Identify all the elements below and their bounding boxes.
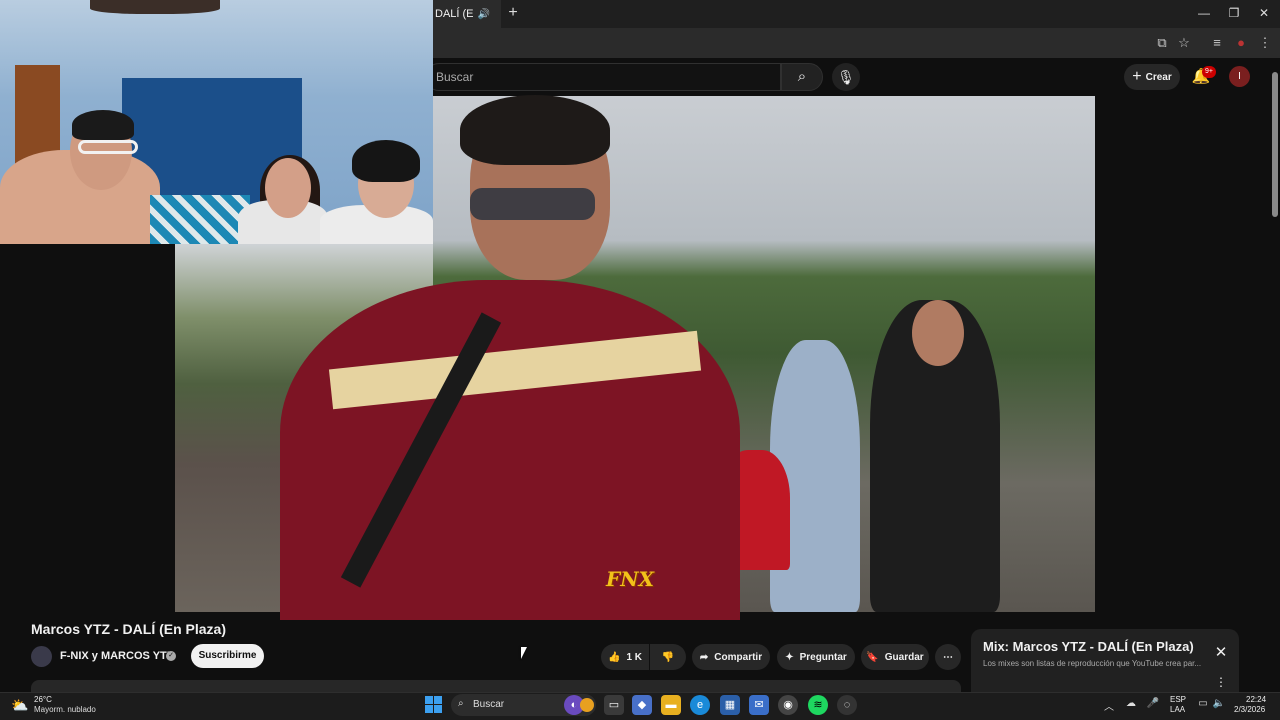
plus-icon: + xyxy=(1132,68,1142,85)
share-label: Compartir xyxy=(714,651,763,663)
search-icon[interactable]: ⌕ xyxy=(781,63,823,91)
tray-chevron-up-icon[interactable]: ︿ xyxy=(1104,698,1114,713)
notification-badge: 9+ xyxy=(1202,66,1216,78)
windows-start-icon[interactable] xyxy=(425,696,443,714)
speaker-icon[interactable]: 🔊 xyxy=(478,9,490,20)
webcam-glasses xyxy=(78,140,138,154)
profile-icon[interactable]: ● xyxy=(1232,34,1250,52)
weather-temperature[interactable]: 26°C xyxy=(34,695,52,704)
video-title: Marcos YTZ - DALÍ (En Plaza) xyxy=(31,621,226,637)
ask-button[interactable]: ✦ Preguntar xyxy=(777,644,855,670)
new-tab-button[interactable]: + xyxy=(504,4,522,22)
minimize-icon[interactable]: — xyxy=(1194,4,1214,22)
app-icon[interactable]: ◌ xyxy=(837,695,857,715)
bookmark-icon: 🔖 xyxy=(866,651,879,663)
subscribe-button[interactable]: Suscribirme xyxy=(191,644,264,668)
channel-watermark-logo: FNX xyxy=(606,567,654,591)
volume-icon[interactable]: 🔈 xyxy=(1212,697,1226,711)
install-app-icon[interactable]: ⧉ xyxy=(1153,34,1171,52)
cloud-sync-icon[interactable]: ☁ xyxy=(1124,697,1138,711)
maximize-icon[interactable]: ❐ xyxy=(1224,4,1244,22)
more-actions-button[interactable]: ⋯ xyxy=(935,644,961,670)
channel-name[interactable]: F-NIX y MARCOS YTZ xyxy=(60,650,173,662)
dislike-button[interactable]: 👎 xyxy=(650,644,686,670)
create-button[interactable]: + Crear xyxy=(1124,64,1180,90)
language-region[interactable]: LAA xyxy=(1170,705,1185,714)
kebab-menu-icon[interactable]: ⋮ xyxy=(1214,674,1228,690)
mail-app-icon[interactable]: ✉ xyxy=(749,695,769,715)
close-window-icon[interactable]: ✕ xyxy=(1254,4,1274,22)
webcam-person-hair xyxy=(72,110,134,140)
browser-tab[interactable]: DALÍ (E 🔊 ✕ xyxy=(433,0,501,28)
verified-check-icon: ✓ xyxy=(166,651,176,661)
channel-avatar[interactable] xyxy=(31,646,52,667)
save-button[interactable]: 🔖 Guardar xyxy=(861,644,929,670)
thumbs-down-icon: 👎 xyxy=(661,651,675,663)
bookmark-star-icon[interactable]: ☆ xyxy=(1175,34,1193,52)
store-game-icon[interactable]: ◆ xyxy=(632,695,652,715)
webcam-overlay xyxy=(0,0,433,244)
file-explorer-icon[interactable]: ▬ xyxy=(661,695,681,715)
microphone-tray-icon[interactable]: 🎤 xyxy=(1146,697,1160,711)
chrome-icon[interactable]: ◉ xyxy=(778,695,798,715)
video-subject-glasses xyxy=(470,188,595,220)
like-count: 1 K xyxy=(626,651,642,663)
language-code[interactable]: ESP xyxy=(1170,695,1186,704)
microsoft-store-icon[interactable]: ▦ xyxy=(720,695,740,715)
save-label: Guardar xyxy=(884,651,924,663)
description-box[interactable] xyxy=(31,680,961,692)
webcam-person-hair xyxy=(352,140,420,182)
ask-label: Preguntar xyxy=(799,651,847,663)
microphone-icon[interactable]: 🎙 xyxy=(832,63,860,91)
scrollbar-thumb[interactable] xyxy=(1272,72,1278,217)
ceiling-fan xyxy=(90,0,220,14)
share-arrow-icon: ➦ xyxy=(699,651,709,663)
tab-title: DALÍ (E xyxy=(435,8,474,20)
spotify-icon[interactable]: ≋ xyxy=(808,695,828,715)
widget-icon[interactable] xyxy=(580,698,594,712)
mix-subtitle: Los mixes son listas de reproducción que… xyxy=(983,659,1202,668)
weather-description[interactable]: Mayorm. nublado xyxy=(34,705,96,714)
close-tab-icon[interactable]: ✕ xyxy=(500,7,501,21)
weather-cloud-sun-icon[interactable]: ⛅ xyxy=(10,696,30,714)
search-input[interactable]: Buscar xyxy=(425,63,781,91)
clock-date[interactable]: 2/3/2026 xyxy=(1234,705,1265,714)
network-icon[interactable]: ▭ xyxy=(1196,697,1210,711)
mouse-cursor xyxy=(521,647,527,659)
media-controls-icon[interactable]: ≡ xyxy=(1208,34,1226,52)
thumbs-up-icon: 👍 xyxy=(607,651,621,663)
create-label: Crear xyxy=(1145,71,1172,83)
webcam-person-head xyxy=(265,158,311,218)
search-icon: ⌕ xyxy=(458,698,464,709)
webcam-blanket xyxy=(150,195,250,244)
share-button[interactable]: ➦ Compartir xyxy=(692,644,770,670)
sparkle-icon: ✦ xyxy=(785,651,794,663)
video-subject-hair xyxy=(460,95,610,165)
close-icon[interactable]: ✕ xyxy=(1212,644,1230,662)
ellipsis-icon: ⋯ xyxy=(943,651,953,663)
mix-title[interactable]: Mix: Marcos YTZ - DALÍ (En Plaza) xyxy=(983,639,1194,654)
clock-time[interactable]: 22:24 xyxy=(1246,695,1266,704)
like-button[interactable]: 👍 1 K xyxy=(601,644,649,670)
browser-menu-icon[interactable]: ⋮ xyxy=(1256,34,1274,52)
video-person-head xyxy=(912,300,964,366)
avatar[interactable]: I xyxy=(1229,66,1250,87)
task-view-icon[interactable]: ▭ xyxy=(604,695,624,715)
edge-browser-icon[interactable]: e xyxy=(690,695,710,715)
